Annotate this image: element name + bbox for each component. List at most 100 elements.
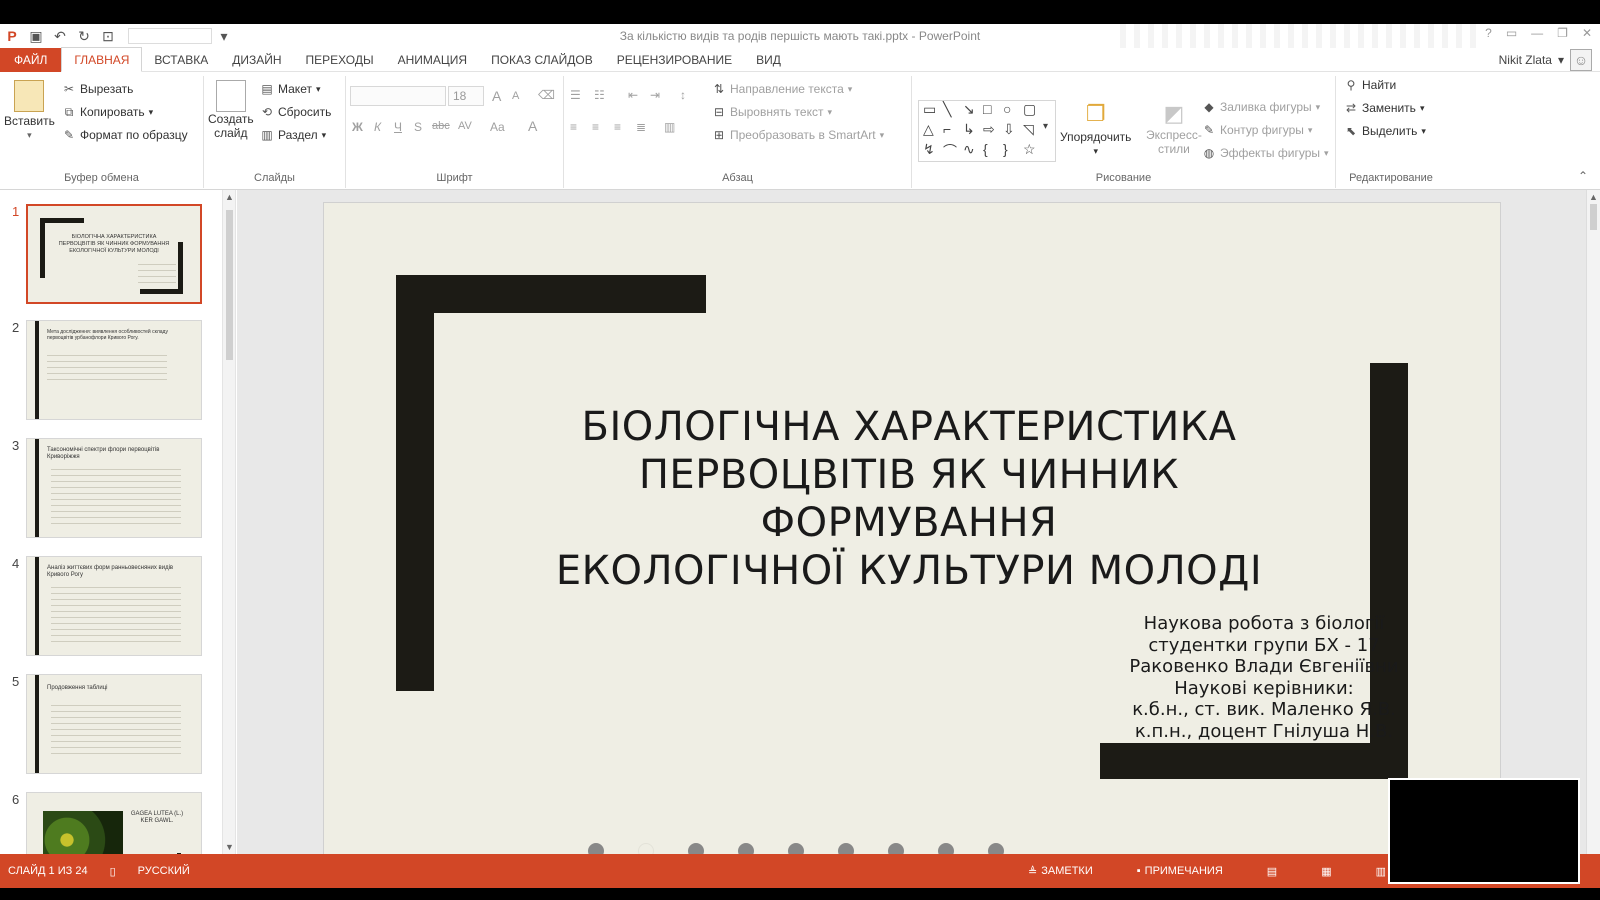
customize-quick-access-icon[interactable]: ▾: [212, 24, 236, 48]
maximize-icon[interactable]: ❐: [1557, 26, 1568, 40]
close-icon[interactable]: ✕: [1582, 26, 1592, 40]
decrease-indent-icon[interactable]: ⇤: [628, 88, 638, 102]
oval-shape-icon[interactable]: ○: [1003, 101, 1011, 117]
freeform-shape-icon[interactable]: ◹: [1023, 121, 1034, 138]
reading-view-icon[interactable]: ▥: [1376, 865, 1386, 878]
line-spacing-icon[interactable]: ↕: [680, 88, 686, 102]
columns-icon[interactable]: ▥: [664, 120, 675, 134]
italic-button[interactable]: К: [374, 120, 381, 134]
increase-indent-icon[interactable]: ⇥: [650, 88, 660, 102]
rounded-rect-shape-icon[interactable]: ▢: [1023, 101, 1036, 118]
align-text-button[interactable]: ⊟ Выровнять текст ▾: [712, 105, 832, 119]
shape-fill-button[interactable]: ◆ Заливка фигуры ▾: [1202, 100, 1320, 114]
rectangle-shape-icon[interactable]: □: [983, 101, 991, 117]
slide-thumbnail-6[interactable]: GAGEA LUTEA (L.) KER GAWL.: [26, 792, 202, 854]
bullets-icon[interactable]: ☰: [570, 88, 581, 102]
font-color-button[interactable]: A: [528, 118, 537, 134]
arrange-button[interactable]: ❐ Упорядочить ▾: [1060, 100, 1131, 157]
quick-styles-button[interactable]: ◩ Экспресс- стили: [1146, 100, 1202, 156]
triangle-shape-icon[interactable]: △: [923, 121, 934, 138]
wave-shape-icon[interactable]: ∿: [963, 141, 975, 158]
slide-title[interactable]: БІОЛОГІЧНА ХАРАКТЕРИСТИКА ПЕРВОЦВІТІВ ЯК…: [494, 403, 1324, 595]
elbow-connector-icon[interactable]: ⌐: [943, 121, 951, 137]
tab-home[interactable]: ГЛАВНАЯ: [61, 47, 143, 72]
text-direction-button[interactable]: ⇅ Направление текста ▾: [712, 82, 852, 96]
bold-button[interactable]: Ж: [352, 120, 363, 134]
notes-button[interactable]: ≜ ЗАМЕТКИ: [1028, 865, 1093, 878]
current-slide[interactable]: БІОЛОГІЧНА ХАРАКТЕРИСТИКА ПЕРВОЦВІТІВ ЯК…: [324, 203, 1500, 865]
star-shape-icon[interactable]: ☆: [1023, 141, 1036, 158]
scroll-thumb[interactable]: [1590, 204, 1597, 230]
char-spacing-button[interactable]: AV: [458, 120, 472, 132]
thumbnails-scrollbar[interactable]: ▲ ▼: [222, 190, 235, 854]
slide-thumbnail-4[interactable]: Аналіз життєвих форм ранньовесняних виді…: [26, 556, 202, 656]
collapse-ribbon-icon[interactable]: ⌃: [1578, 169, 1588, 183]
arrow-line-shape-icon[interactable]: ↘: [963, 101, 975, 118]
shapes-gallery[interactable]: ▭ ╲ ↘ □ ○ ▢ △ ⌐ ↳ ⇨ ⇩ ◹ ↯ ⌒ ∿ { } ☆ ▾: [918, 100, 1056, 162]
grow-font-button[interactable]: A: [492, 88, 501, 104]
reset-button[interactable]: ⟲ Сбросить: [260, 105, 331, 119]
shape-outline-button[interactable]: ✎ Контур фигуры ▾: [1202, 123, 1312, 137]
select-button[interactable]: ⬉ Выделить ▾: [1344, 124, 1426, 138]
help-icon[interactable]: ?: [1485, 26, 1492, 40]
curve-arrow-icon[interactable]: ↯: [923, 141, 935, 158]
line-shape-icon[interactable]: ╲: [943, 101, 951, 118]
justify-icon[interactable]: ≣: [636, 120, 646, 134]
ribbon-display-icon[interactable]: ▭: [1506, 26, 1517, 40]
align-center-icon[interactable]: ≡: [592, 120, 599, 134]
quick-access-field[interactable]: [128, 28, 212, 44]
smartart-button[interactable]: ⊞ Преобразовать в SmartArt ▾: [712, 128, 884, 142]
scroll-down-icon[interactable]: ▼: [225, 842, 234, 852]
user-name[interactable]: Nikit Zlata: [1499, 53, 1552, 67]
right-arrow-shape-icon[interactable]: ⇨: [983, 121, 995, 138]
slide-thumbnail-3[interactable]: Таксономічні спектри флори первоцвітів К…: [26, 438, 202, 538]
gallery-more-icon[interactable]: ▾: [1043, 121, 1048, 132]
change-case-button[interactable]: Aa: [490, 120, 505, 134]
slide-thumbnail-5[interactable]: Продовження таблиці: [26, 674, 202, 774]
start-slideshow-icon[interactable]: ⊡: [96, 24, 120, 48]
strikethrough-button[interactable]: abc: [432, 120, 450, 132]
down-arrow-shape-icon[interactable]: ⇩: [1003, 121, 1015, 138]
redo-icon[interactable]: ↻: [72, 24, 96, 48]
arc-shape-icon[interactable]: ⌒: [943, 141, 957, 161]
clear-format-icon[interactable]: ⌫: [538, 88, 555, 102]
new-slide-button[interactable]: Создать слайд: [208, 80, 254, 140]
cut-button[interactable]: ✂ Вырезать: [62, 82, 133, 96]
numbering-icon[interactable]: ☷: [594, 88, 605, 102]
minimize-icon[interactable]: —: [1531, 26, 1543, 40]
scroll-thumb[interactable]: [226, 210, 233, 360]
left-brace-icon[interactable]: {: [983, 141, 988, 157]
tab-file[interactable]: ФАЙЛ: [0, 47, 62, 72]
scroll-up-icon[interactable]: ▲: [1589, 192, 1598, 202]
slide-thumbnail-1[interactable]: БІОЛОГІЧНА ХАРАКТЕРИСТИКА ПЕРВОЦВІТІВ ЯК…: [26, 204, 202, 304]
slide-subtitle[interactable]: Наукова робота з біології студентки груп…: [1064, 613, 1464, 742]
avatar[interactable]: ☺: [1570, 49, 1592, 71]
tab-review[interactable]: РЕЦЕНЗИРОВАНИЕ: [605, 48, 744, 72]
shadow-button[interactable]: S: [414, 120, 422, 134]
tab-design[interactable]: ДИЗАЙН: [220, 48, 293, 72]
textbox-shape-icon[interactable]: ▭: [923, 101, 936, 118]
shape-effects-button[interactable]: ◍ Эффекты фигуры ▾: [1202, 146, 1329, 160]
spellcheck-icon[interactable]: ▯: [110, 865, 116, 878]
account-area[interactable]: Nikit Zlata ▾ ☺: [1499, 48, 1592, 72]
scroll-up-icon[interactable]: ▲: [225, 192, 234, 202]
copy-button[interactable]: ⧉ Копировать ▾: [62, 105, 153, 119]
elbow-arrow-icon[interactable]: ↳: [963, 121, 975, 138]
normal-view-icon[interactable]: ▤: [1267, 865, 1277, 878]
underline-button[interactable]: Ч: [394, 120, 402, 134]
align-left-icon[interactable]: ≡: [570, 120, 577, 134]
shrink-font-button[interactable]: A: [512, 90, 519, 102]
tab-transitions[interactable]: ПЕРЕХОДЫ: [294, 48, 386, 72]
comments-button[interactable]: ▪ ПРИМЕЧАНИЯ: [1137, 865, 1223, 877]
tab-insert[interactable]: ВСТАВКА: [142, 48, 220, 72]
right-brace-icon[interactable]: }: [1003, 141, 1008, 157]
slide-sorter-icon[interactable]: ▦: [1321, 865, 1331, 878]
format-painter-button[interactable]: ✎ Формат по образцу: [62, 128, 188, 142]
undo-icon[interactable]: ↶: [48, 24, 72, 48]
tab-view[interactable]: ВИД: [744, 48, 793, 72]
layout-button[interactable]: ▤ Макет ▾: [260, 82, 320, 96]
language-indicator[interactable]: РУССКИЙ: [138, 865, 190, 877]
tab-animation[interactable]: АНИМАЦИЯ: [386, 48, 479, 72]
paste-button[interactable]: Вставить ▾: [4, 80, 55, 141]
editor-scrollbar[interactable]: ▲: [1586, 190, 1600, 854]
